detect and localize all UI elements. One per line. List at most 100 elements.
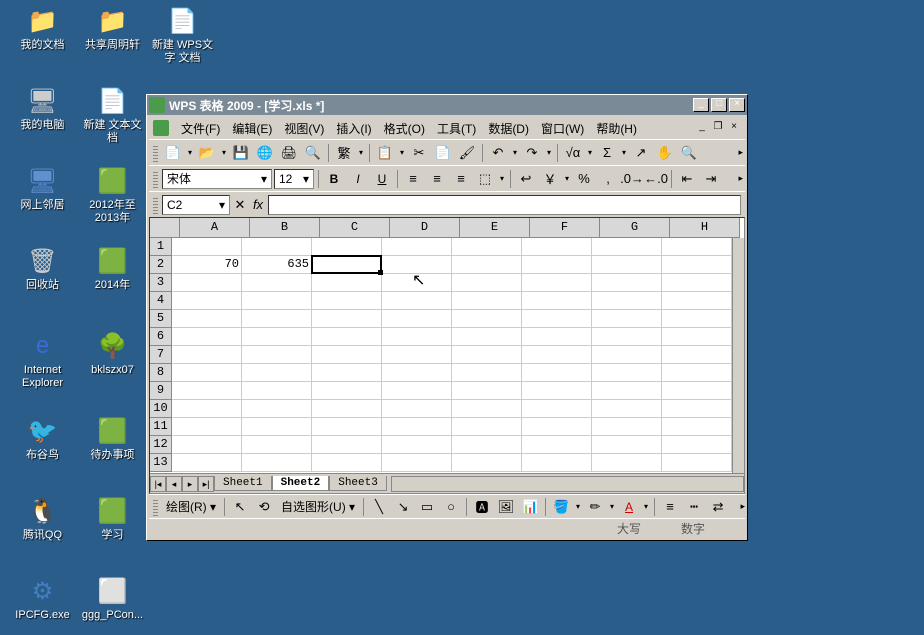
column-header[interactable]: E xyxy=(460,218,530,238)
maximize-button[interactable]: □ xyxy=(711,98,727,112)
draw-menu[interactable]: 绘图(R) ▾ xyxy=(162,496,220,517)
tab-nav-last[interactable]: ▸| xyxy=(198,476,214,492)
cell[interactable] xyxy=(382,256,452,274)
row-header[interactable]: 10 xyxy=(150,400,172,418)
toolbar-grip[interactable] xyxy=(153,144,158,162)
line-icon[interactable]: ╲ xyxy=(368,496,390,518)
cell[interactable] xyxy=(662,238,732,256)
tab-nav-next[interactable]: ▸ xyxy=(182,476,198,492)
arrow-style-icon[interactable]: ⇄ xyxy=(707,496,729,518)
desktop-icon[interactable]: 🖥我的电脑 xyxy=(10,85,75,132)
cell[interactable] xyxy=(522,418,592,436)
row-header[interactable]: 8 xyxy=(150,364,172,382)
comma-button[interactable]: , xyxy=(597,168,619,190)
fill-color-icon[interactable]: 🪣 xyxy=(550,496,572,518)
desktop-icon[interactable]: 📁我的文档 xyxy=(10,5,75,52)
copy-button[interactable]: 📄 xyxy=(432,142,454,164)
dec-decimal-button[interactable]: ←.0 xyxy=(645,168,667,190)
desktop-icon[interactable]: 🐦布谷鸟 xyxy=(10,415,75,462)
sheet-tab[interactable]: Sheet2 xyxy=(272,476,330,491)
cell[interactable] xyxy=(312,400,382,418)
share-button[interactable]: 🌐 xyxy=(254,142,276,164)
oval-icon[interactable]: ○ xyxy=(440,496,462,518)
cell[interactable] xyxy=(382,400,452,418)
desktop-icon[interactable]: 🖥网上邻居 xyxy=(10,165,75,212)
cell[interactable] xyxy=(312,418,382,436)
name-box[interactable]: C2▾ xyxy=(162,195,230,215)
cell[interactable] xyxy=(312,292,382,310)
menu-item[interactable]: 视图(V) xyxy=(278,118,330,139)
row-header[interactable]: 9 xyxy=(150,382,172,400)
cell[interactable] xyxy=(662,400,732,418)
cell[interactable] xyxy=(242,364,312,382)
desktop-icon[interactable]: 🟩待办事项 xyxy=(80,415,145,462)
align-left-button[interactable]: ≡ xyxy=(402,168,424,190)
cell[interactable] xyxy=(452,400,522,418)
vertical-scrollbar[interactable] xyxy=(732,238,744,473)
doc-close-button[interactable]: × xyxy=(727,122,741,134)
cell[interactable] xyxy=(242,274,312,292)
desktop-icon[interactable]: 📄新建 WPS文字 文档 xyxy=(150,5,215,65)
cell[interactable] xyxy=(172,346,242,364)
cell[interactable] xyxy=(312,328,382,346)
desktop-icon[interactable]: 📄新建 文本文档 xyxy=(80,85,145,145)
save-button[interactable]: 💾 xyxy=(230,142,252,164)
formula-input[interactable] xyxy=(268,195,741,215)
menu-item[interactable]: 编辑(E) xyxy=(226,118,278,139)
cell[interactable] xyxy=(312,256,382,274)
cell[interactable] xyxy=(172,364,242,382)
print-button[interactable]: 🖨 xyxy=(278,142,300,164)
column-header[interactable]: D xyxy=(390,218,460,238)
hand-button[interactable]: ✋ xyxy=(654,142,676,164)
cell[interactable] xyxy=(592,454,662,472)
cell[interactable] xyxy=(312,436,382,454)
tab-nav-prev[interactable]: ◂ xyxy=(166,476,182,492)
cell[interactable] xyxy=(382,454,452,472)
format-painter-button[interactable]: 🖌 xyxy=(456,142,478,164)
row-header[interactable]: 6 xyxy=(150,328,172,346)
cell[interactable] xyxy=(242,346,312,364)
cell[interactable] xyxy=(592,256,662,274)
cell[interactable] xyxy=(662,274,732,292)
line-style-icon[interactable]: ≡ xyxy=(659,496,681,518)
cancel-icon[interactable]: ✕ xyxy=(232,194,248,216)
bold-button[interactable]: B xyxy=(323,168,345,190)
cell[interactable] xyxy=(382,382,452,400)
cell[interactable] xyxy=(592,436,662,454)
cell[interactable] xyxy=(662,292,732,310)
cell[interactable] xyxy=(452,454,522,472)
cell[interactable] xyxy=(522,274,592,292)
row-header[interactable]: 5 xyxy=(150,310,172,328)
formula-button[interactable]: √α xyxy=(562,142,584,164)
cell[interactable] xyxy=(452,238,522,256)
toolbar-grip[interactable] xyxy=(153,170,158,188)
row-header[interactable]: 2 xyxy=(150,256,172,274)
cell[interactable] xyxy=(382,274,452,292)
sheet-tab[interactable]: Sheet3 xyxy=(329,476,387,491)
line-color-icon[interactable]: ✏ xyxy=(584,496,606,518)
cell[interactable] xyxy=(452,364,522,382)
cell[interactable] xyxy=(662,436,732,454)
font-color-icon[interactable]: A xyxy=(618,496,640,518)
row-header[interactable]: 13 xyxy=(150,454,172,472)
doc-icon[interactable] xyxy=(153,120,169,136)
row-header[interactable]: 3 xyxy=(150,274,172,292)
column-header[interactable]: G xyxy=(600,218,670,238)
toolbar-overflow[interactable]: ▸ xyxy=(738,147,743,158)
cell[interactable] xyxy=(662,310,732,328)
italic-button[interactable]: I xyxy=(347,168,369,190)
cell[interactable] xyxy=(592,364,662,382)
cell[interactable] xyxy=(242,238,312,256)
cell[interactable] xyxy=(592,328,662,346)
cell[interactable] xyxy=(662,328,732,346)
cell[interactable] xyxy=(382,292,452,310)
desktop-icon[interactable]: 🌳bklszx07 xyxy=(80,330,145,377)
percent-button[interactable]: % xyxy=(573,168,595,190)
cell[interactable] xyxy=(522,400,592,418)
cell[interactable] xyxy=(382,364,452,382)
cell[interactable] xyxy=(592,346,662,364)
cell[interactable] xyxy=(242,382,312,400)
cell[interactable] xyxy=(522,292,592,310)
cell[interactable] xyxy=(172,238,242,256)
cell[interactable] xyxy=(522,454,592,472)
